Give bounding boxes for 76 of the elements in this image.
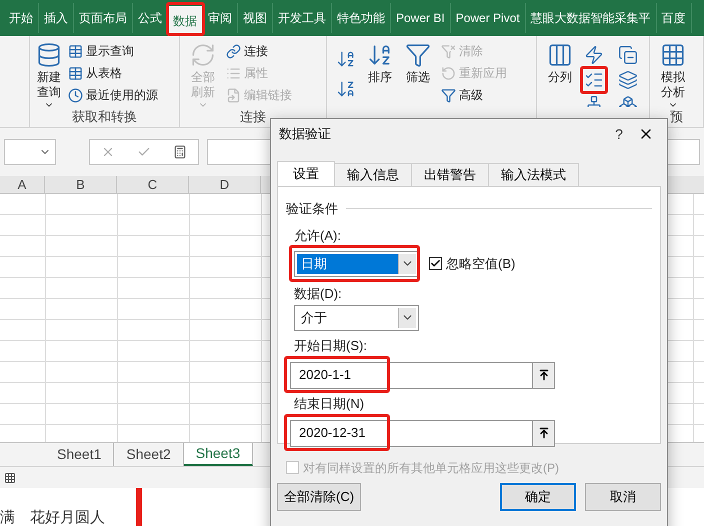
field-label: 结束日期(N): [294, 394, 364, 412]
filter-icon: [441, 88, 456, 102]
sort-ascending-icon: [336, 49, 356, 69]
columns-icon: [547, 42, 573, 68]
icon-button[interactable]: [580, 66, 608, 94]
ribbon-button[interactable]: 模拟分析: [658, 40, 688, 107]
ribbon-button[interactable]: 显示查询: [68, 40, 158, 62]
checkbox[interactable]: [429, 257, 442, 270]
grid-icon: [4, 472, 16, 484]
dropdown-field[interactable]: 日期: [294, 250, 419, 276]
ribbon-tab[interactable]: 审阅: [203, 3, 238, 33]
ribbon-tab[interactable]: 百度: [656, 3, 692, 33]
arrow-up-icon: [538, 427, 550, 439]
grid-icon: [660, 42, 686, 68]
sheet-tab[interactable]: Sheet3: [184, 443, 254, 466]
database-icon: [36, 42, 62, 68]
date-field[interactable]: 2020-12-31: [290, 420, 533, 446]
dialog-title: 数据验证: [278, 125, 332, 144]
ribbon-tab[interactable]: 开发工具: [273, 3, 332, 33]
dialog-tab[interactable]: 输入法模式: [488, 163, 579, 186]
dialog-button[interactable]: 确定: [500, 483, 576, 511]
help-button[interactable]: ?: [607, 124, 631, 144]
ribbon-tab[interactable]: 插入: [39, 3, 74, 33]
arrow-up-icon: [538, 369, 550, 381]
ribbon-tab[interactable]: 开始: [4, 3, 39, 33]
filter-clear-icon: [441, 44, 456, 58]
ribbon-tab[interactable]: Power Pivot: [450, 3, 526, 33]
ribbon-tab[interactable]: 视图: [238, 3, 273, 33]
dialog-tab[interactable]: 设置: [277, 161, 335, 186]
ribbon-tab[interactable]: 慧眼大数据智能采集平: [526, 3, 657, 33]
dropdown-field[interactable]: 介于: [294, 304, 419, 330]
filter-icon: [405, 42, 431, 68]
group-label: 连接: [239, 108, 267, 126]
checkbox-label: 对有同样设置的所有其他单元格应用这些更改(P): [303, 460, 559, 476]
field-label: 允许(A):: [294, 226, 341, 244]
ribbon-button[interactable]: 排序: [365, 40, 395, 85]
group-label: 获取和转换: [71, 108, 138, 126]
section-title: 验证条件: [286, 200, 338, 218]
column-header[interactable]: A: [0, 176, 45, 193]
dialog-button[interactable]: 取消: [585, 483, 661, 511]
column-header[interactable]: D: [189, 176, 261, 193]
dialog-button[interactable]: 全部清除(C): [277, 483, 362, 511]
ribbon-button[interactable]: 高级: [441, 84, 507, 106]
date-field[interactable]: 2020-1-1: [290, 362, 533, 388]
table-icon: [68, 66, 83, 80]
collapse-button[interactable]: [533, 362, 555, 388]
ribbon-tab[interactable]: 公式: [133, 3, 168, 33]
refresh-icon: [190, 42, 216, 68]
lightning-icon: [584, 45, 604, 65]
ribbon-button[interactable]: 连接: [226, 40, 292, 62]
collapse-button[interactable]: [533, 420, 555, 446]
ribbon-tab[interactable]: 页面布局: [74, 3, 133, 33]
link-icon: [226, 44, 241, 58]
list-icon: [226, 66, 241, 80]
checkbox-label: 忽略空值(B): [446, 254, 516, 273]
clock-icon: [68, 88, 83, 102]
table-icon: [68, 44, 83, 58]
reapply-icon: [441, 66, 456, 80]
ribbon-button[interactable]: 分列: [545, 40, 575, 85]
check-icon: [430, 258, 441, 269]
sort-descending-icon: [336, 79, 356, 99]
field-label: 开始日期(S):: [294, 336, 367, 354]
ribbon-button[interactable]: 筛选: [403, 40, 433, 85]
ribbon-button[interactable]: 最近使用的源: [68, 84, 158, 106]
cancel-icon: [101, 145, 115, 159]
ribbon-tab[interactable]: 特色功能: [332, 3, 391, 33]
column-header[interactable]: C: [117, 176, 189, 193]
ribbon-tab[interactable]: Power BI: [391, 3, 451, 33]
layers-icon: [618, 70, 638, 90]
column-header[interactable]: B: [45, 176, 117, 193]
file-link-icon: [226, 88, 241, 102]
group-label: 预: [669, 108, 684, 126]
ribbon-button[interactable]: 从表格: [68, 62, 158, 84]
ribbon-button[interactable]: 新建查询: [34, 40, 64, 107]
field-label: 数据(D):: [294, 284, 342, 302]
background-text: 满 花好月圆人: [0, 509, 105, 526]
